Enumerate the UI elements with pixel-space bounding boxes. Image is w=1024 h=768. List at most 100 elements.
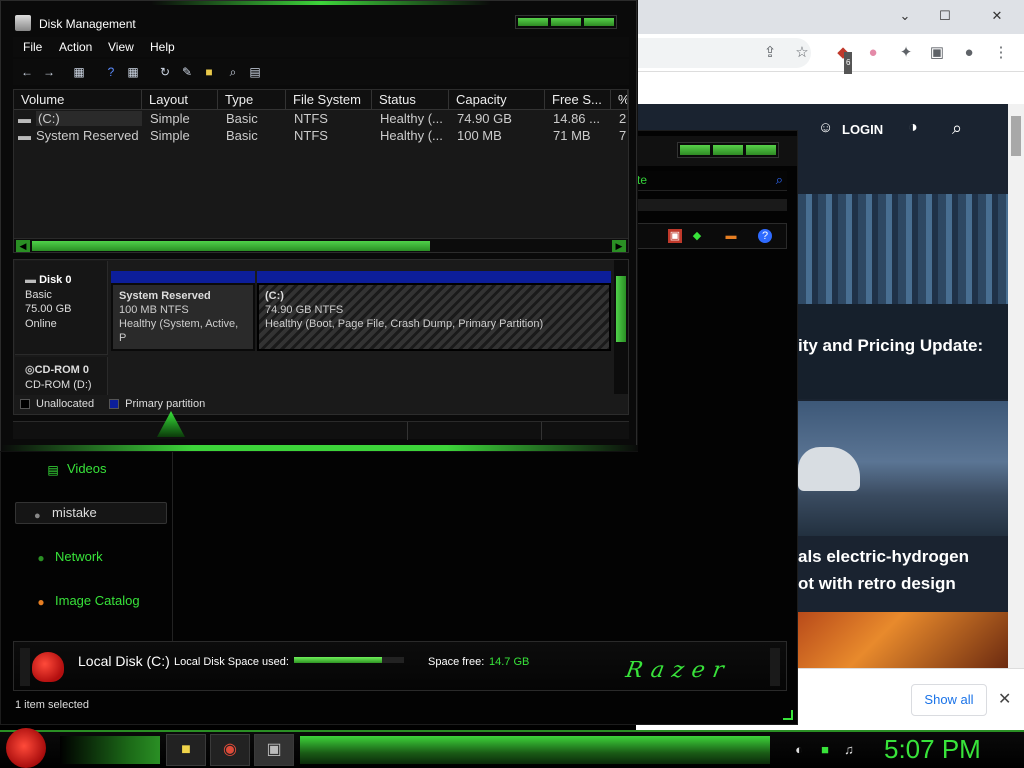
show-action-pane-icon[interactable]: ▦ xyxy=(125,64,141,80)
list-view-icon[interactable]: ▤ xyxy=(247,64,263,80)
close-button[interactable]: ✕ xyxy=(980,6,1014,26)
tray-network-icon[interactable]: ◐ xyxy=(790,741,808,759)
taskbar-clock[interactable]: 5:07 PM xyxy=(884,734,981,765)
search-box[interactable]: te ⌕ xyxy=(637,171,787,191)
open-folder-icon[interactable]: ■ xyxy=(201,64,217,80)
table-cell-volume[interactable]: System Reserved xyxy=(36,128,142,143)
column-header-volume[interactable]: Volume xyxy=(14,90,142,110)
menu-kebab-icon[interactable]: ⋮ xyxy=(990,42,1012,64)
contrast-toggle-icon[interactable]: ◑ xyxy=(908,119,918,137)
menu-view[interactable]: View xyxy=(108,40,134,54)
page-scrollbar[interactable] xyxy=(1008,104,1024,668)
taskbar-chrome-icon[interactable]: ◉ xyxy=(210,734,250,766)
close-download-bar-icon[interactable]: ✕ xyxy=(998,689,1011,709)
disk-size: 75.00 GB xyxy=(25,303,72,315)
search-icon[interactable]: ⌕ xyxy=(952,118,962,139)
article-headline[interactable]: ot with retro design xyxy=(798,574,956,594)
videos-folder-icon: ▤ xyxy=(47,462,59,477)
bookmark-star-icon[interactable]: ☆ xyxy=(791,42,813,64)
side-panel-icon[interactable]: ▣ xyxy=(926,42,948,64)
table-cell: 100 MB xyxy=(457,128,502,143)
column-header-type[interactable]: Type xyxy=(218,90,286,110)
column-header-layout[interactable]: Layout xyxy=(142,90,218,110)
close-button[interactable] xyxy=(584,18,614,26)
show-hide-console-tree-icon[interactable]: ▦ xyxy=(71,64,87,80)
partition-system-reserved[interactable]: System Reserved 100 MB NTFS Healthy (Sys… xyxy=(111,283,255,351)
column-header-capacity[interactable]: Capacity xyxy=(449,90,545,110)
profile-avatar-icon[interactable]: ● xyxy=(958,42,980,64)
article-image-server[interactable] xyxy=(798,194,1008,304)
show-all-downloads-button[interactable]: Show all xyxy=(911,684,987,716)
article-image-orange[interactable] xyxy=(798,612,1008,668)
article-headline[interactable]: als electric-hydrogen xyxy=(798,547,969,567)
disk-management-app-icon[interactable] xyxy=(15,15,31,31)
help-icon[interactable]: ? xyxy=(758,229,772,243)
share-icon[interactable]: ⇪ xyxy=(759,42,781,64)
extensions-puzzle-icon[interactable]: ✦ xyxy=(895,42,917,64)
nav-item-mistake[interactable]: ● mistake xyxy=(15,502,167,524)
user-icon[interactable]: ☺ xyxy=(818,119,833,136)
start-button-angry-bird-icon[interactable] xyxy=(6,728,46,768)
scroll-right-arrow-icon[interactable]: ▶ xyxy=(612,240,626,252)
search-text: te xyxy=(637,173,648,187)
nav-item-image-catalog[interactable]: ● Image Catalog xyxy=(33,593,139,613)
explorer-titlebar xyxy=(637,136,797,166)
refresh-icon[interactable]: ↻ xyxy=(157,64,173,80)
scrollbar-thumb[interactable] xyxy=(616,276,626,342)
extension-flag-icon[interactable]: ● xyxy=(862,42,884,64)
explore-icon[interactable]: ⌕ xyxy=(225,64,241,80)
close-button[interactable] xyxy=(746,145,776,155)
tray-battery-icon[interactable]: ■ xyxy=(816,741,834,759)
taskbar-glow-right xyxy=(300,736,770,764)
vertical-scrollbar[interactable] xyxy=(614,260,628,394)
address-bar[interactable] xyxy=(636,38,811,68)
preview-pane-icon[interactable]: ▬ xyxy=(724,229,738,243)
partition-name: (C:) xyxy=(265,290,284,302)
image-catalog-icon: ● xyxy=(37,594,45,609)
table-cell-volume[interactable]: (C:) xyxy=(36,111,142,126)
forward-arrow-icon[interactable]: → xyxy=(41,64,57,80)
column-header-status[interactable]: Status xyxy=(372,90,449,110)
minimize-button[interactable] xyxy=(680,145,710,155)
extension-shield-icon[interactable]: ◆ 6 xyxy=(832,42,854,74)
search-icon[interactable]: ⌕ xyxy=(776,172,783,188)
details-right-cap xyxy=(770,648,780,686)
column-header-free-space[interactable]: Free S... xyxy=(545,90,611,110)
minimize-button[interactable] xyxy=(518,18,548,26)
partition-c[interactable]: (C:) 74.90 GB NTFS Healthy (Boot, Page F… xyxy=(257,283,611,351)
tray-volume-icon[interactable]: ♫ xyxy=(840,741,858,759)
maximize-button[interactable] xyxy=(713,145,743,155)
back-arrow-icon[interactable]: ← xyxy=(19,64,35,80)
menu-file[interactable]: File xyxy=(23,40,42,54)
scrollbar-thumb[interactable] xyxy=(32,241,430,251)
share-icon[interactable]: ◆ xyxy=(690,229,704,243)
burn-icon[interactable]: ▣ xyxy=(668,229,682,243)
cdrom-0-label[interactable]: ◎CD-ROM 0 CD-ROM (D:) xyxy=(15,357,108,395)
taskbar-explorer-icon[interactable]: ■ xyxy=(166,734,206,766)
status-separator xyxy=(407,422,408,440)
restore-button[interactable]: ☐ xyxy=(928,6,962,26)
properties-icon[interactable]: ✎ xyxy=(179,64,195,80)
taskbar-disk-management-icon[interactable]: ▣ xyxy=(254,734,294,766)
menu-help[interactable]: Help xyxy=(150,40,175,54)
status-text: 1 item selected xyxy=(15,699,89,711)
horizontal-scrollbar[interactable]: ◀ ▶ xyxy=(14,238,628,252)
nav-item-network[interactable]: ● Network xyxy=(33,549,102,569)
disk-0-label[interactable]: ▬ Disk 0 Basic 75.00 GB Online xyxy=(15,261,108,355)
bottom-glow xyxy=(1,445,638,451)
resize-grip[interactable] xyxy=(783,710,793,720)
tab-search-chevron-icon[interactable]: ⌄ xyxy=(888,6,922,26)
scrollbar-thumb[interactable] xyxy=(1011,116,1021,156)
article-headline[interactable]: ity and Pricing Update: xyxy=(798,336,983,356)
table-cell: Healthy (... xyxy=(380,111,443,126)
nav-item-videos[interactable]: ▤ Videos xyxy=(45,461,106,481)
login-link[interactable]: LOGIN xyxy=(842,122,883,137)
help-icon[interactable]: ? xyxy=(103,64,119,80)
toolbar: ← → ▦ ? ▦ ↻ ✎ ■ ⌕ ▤ xyxy=(13,59,629,85)
scroll-left-arrow-icon[interactable]: ◀ xyxy=(16,240,30,252)
column-header-file-system[interactable]: File System xyxy=(286,90,372,110)
legend-label: Primary partition xyxy=(125,398,206,410)
maximize-button[interactable] xyxy=(551,18,581,26)
menu-action[interactable]: Action xyxy=(59,40,92,54)
column-header-percent[interactable]: % xyxy=(611,90,628,110)
